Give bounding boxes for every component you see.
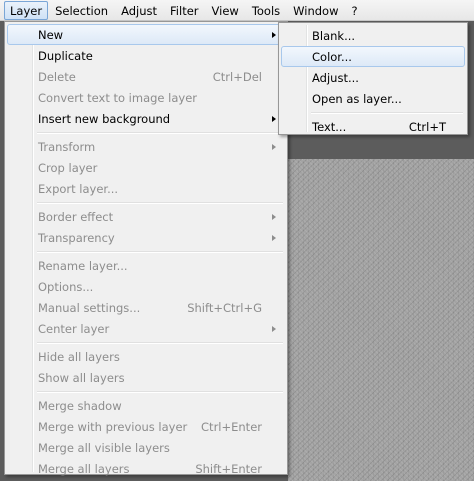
menubar: Layer Selection Adjust Filter View Tools Windo…: [0, 0, 474, 21]
menu-item-label: Text...: [312, 120, 347, 134]
menu-item-label: Merge all layers: [38, 462, 130, 476]
submenu-item-adjust[interactable]: Adjust...: [281, 67, 465, 88]
menu-item-label: Manual settings...: [38, 301, 141, 315]
new-submenu: Blank... Color... Adjust... Open as layer..…: [278, 22, 468, 135]
menu-separator: [35, 199, 285, 206]
menu-item-show-all-layers[interactable]: Show all layers: [7, 367, 285, 388]
menu-item-label: Delete: [38, 70, 76, 84]
menubar-item-tools[interactable]: Tools: [246, 1, 286, 20]
menu-item-label: Convert text to image layer: [38, 91, 198, 105]
submenu-arrow-icon: [272, 144, 276, 150]
submenu-arrow-icon: [272, 32, 276, 38]
menu-item-options[interactable]: Options...: [7, 276, 285, 297]
menubar-item-layer[interactable]: Layer: [4, 0, 49, 20]
menu-item-label: Merge with previous layer: [38, 420, 188, 434]
menu-item-label: Color...: [312, 50, 352, 64]
menu-item-hide-all-layers[interactable]: Hide all layers: [7, 346, 285, 367]
menu-item-label: Merge shadow: [38, 399, 122, 413]
menu-item-label: Blank...: [312, 29, 356, 43]
menubar-item-adjust[interactable]: Adjust: [115, 1, 163, 20]
menu-item-label: Crop layer: [38, 161, 98, 175]
menubar-item-window[interactable]: Window: [287, 1, 344, 20]
menu-item-label: Duplicate: [38, 49, 93, 63]
menu-item-merge-all-layers[interactable]: Merge all layers Shift+Enter: [7, 458, 285, 479]
menu-item-label: Options...: [38, 280, 94, 294]
menu-item-rename-layer[interactable]: Rename layer...: [7, 255, 285, 276]
menu-item-border-effect[interactable]: Border effect: [7, 206, 285, 227]
menu-item-merge-with-previous-layer[interactable]: Merge with previous layer Ctrl+Enter: [7, 416, 285, 437]
menu-separator: [35, 129, 285, 136]
menu-separator: [309, 109, 465, 116]
menu-item-label: Hide all layers: [38, 350, 120, 364]
submenu-item-blank[interactable]: Blank...: [281, 25, 465, 46]
menubar-item-filter[interactable]: Filter: [164, 1, 204, 20]
menubar-item-view[interactable]: View: [206, 1, 245, 20]
layer-menu: New Duplicate Delete Ctrl+Del Convert text t…: [4, 21, 288, 476]
menu-item-merge-all-visible-layers[interactable]: Merge all visible layers: [7, 437, 285, 458]
menu-item-label: Merge all visible layers: [38, 441, 170, 455]
menu-item-label: New: [38, 28, 64, 42]
menubar-item-selection[interactable]: Selection: [49, 1, 114, 20]
menu-item-shortcut: Shift+Enter: [195, 462, 262, 476]
menu-item-label: Border effect: [38, 210, 114, 224]
menu-item-label: Export layer...: [38, 182, 119, 196]
menu-item-crop-layer[interactable]: Crop layer: [7, 157, 285, 178]
menu-item-shortcut: Ctrl+Enter: [201, 420, 262, 434]
menu-item-merge-shadow[interactable]: Merge shadow: [7, 395, 285, 416]
menubar-item-help[interactable]: ?: [346, 1, 364, 20]
menu-item-insert-new-background[interactable]: Insert new background: [7, 108, 285, 129]
submenu-arrow-icon: [272, 326, 276, 332]
menu-item-manual-settings[interactable]: Manual settings... Shift+Ctrl+G: [7, 297, 285, 318]
menu-item-transform[interactable]: Transform: [7, 136, 285, 157]
menu-item-label: Rename layer...: [38, 259, 128, 273]
menu-item-delete[interactable]: Delete Ctrl+Del: [7, 66, 285, 87]
submenu-arrow-icon: [272, 116, 276, 122]
menu-item-export-layer[interactable]: Export layer...: [7, 178, 285, 199]
menu-separator: [35, 339, 285, 346]
canvas-image[interactable]: [288, 159, 474, 481]
submenu-arrow-icon: [272, 235, 276, 241]
menu-item-transparency[interactable]: Transparency: [7, 227, 285, 248]
menu-separator: [35, 248, 285, 255]
menu-item-label: Show all layers: [38, 371, 125, 385]
submenu-item-color[interactable]: Color...: [281, 46, 465, 67]
submenu-arrow-icon: [272, 214, 276, 220]
menu-item-shortcut: Ctrl+Del: [212, 70, 262, 84]
menu-separator: [35, 388, 285, 395]
menu-item-convert-text-to-image-layer[interactable]: Convert text to image layer: [7, 87, 285, 108]
menu-item-label: Open as layer...: [312, 92, 402, 106]
menu-item-shortcut: Shift+Ctrl+G: [187, 301, 262, 315]
menu-item-center-layer[interactable]: Center layer: [7, 318, 285, 339]
menu-item-label: Transparency: [38, 231, 115, 245]
menu-item-label: Insert new background: [38, 112, 171, 126]
submenu-item-open-as-layer[interactable]: Open as layer...: [281, 88, 465, 109]
menu-item-label: Center layer: [38, 322, 110, 336]
menu-item-label: Adjust...: [312, 71, 359, 85]
menu-item-shortcut: Ctrl+T: [408, 120, 446, 134]
submenu-item-text[interactable]: Text... Ctrl+T: [281, 116, 465, 137]
menu-item-label: Transform: [38, 140, 96, 154]
menu-item-duplicate[interactable]: Duplicate: [7, 45, 285, 66]
menu-item-new[interactable]: New: [7, 24, 285, 45]
